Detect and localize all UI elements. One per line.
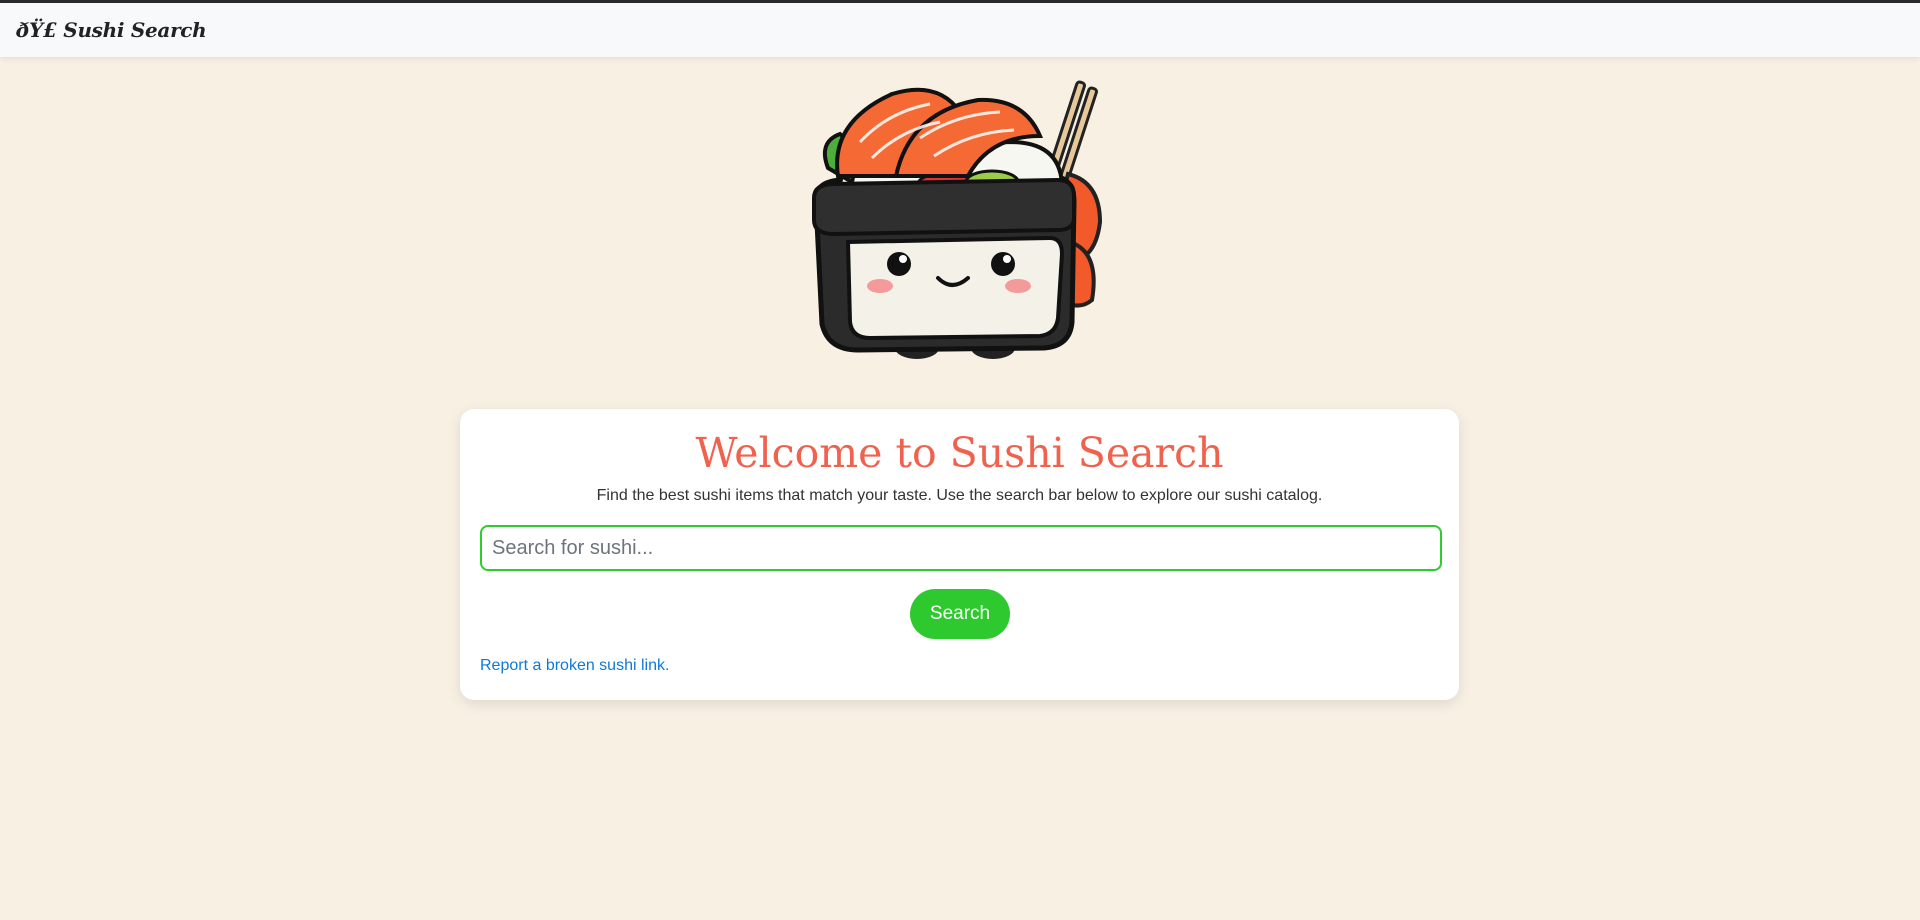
search-button[interactable]: Search	[910, 589, 1010, 639]
search-input[interactable]	[480, 525, 1442, 571]
sushi-mascot-image	[800, 72, 1120, 372]
page-title: Welcome to Sushi Search	[695, 429, 1224, 477]
search-card: Welcome to Sushi Search Find the best su…	[460, 409, 1459, 700]
page-subtitle: Find the best sushi items that match you…	[596, 487, 1323, 504]
brand-link[interactable]: ðŸ£ Sushi Search	[16, 18, 207, 42]
report-broken-link[interactable]: Report a broken sushi link.	[480, 657, 669, 675]
navbar: ðŸ£ Sushi Search	[0, 3, 1920, 57]
sushi-mascot-icon	[812, 80, 1103, 359]
